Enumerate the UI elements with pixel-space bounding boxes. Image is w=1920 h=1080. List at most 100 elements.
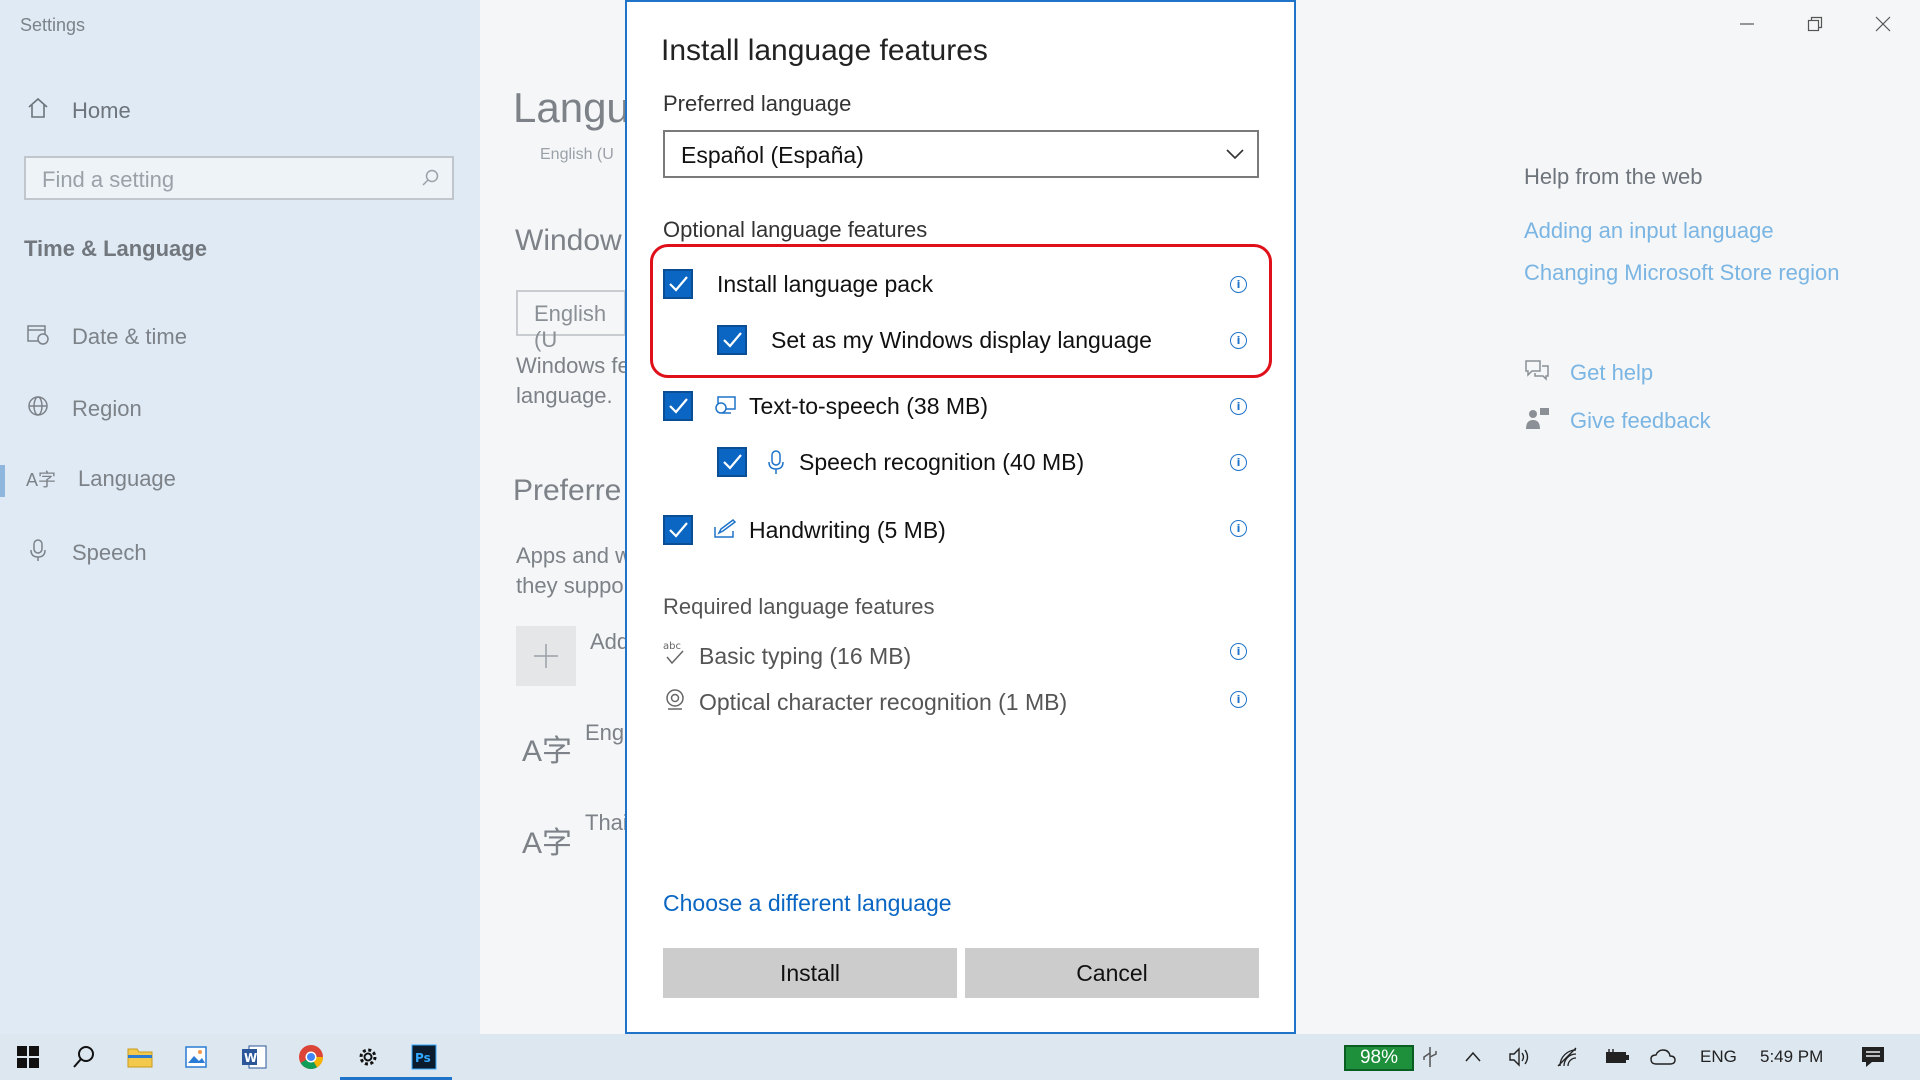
nav-home-label: Home [72, 98, 131, 123]
required-features-heading: Required language features [663, 594, 935, 619]
windows-text-1: Windows fe [516, 353, 630, 378]
abc-check-icon: abc [663, 639, 687, 673]
language-icon: A字 [26, 470, 57, 490]
language-item-english[interactable]: Eng [585, 720, 624, 746]
preferred-heading: Preferre [513, 474, 622, 507]
speech-recognition-row[interactable]: Speech recognition (40 MB) [717, 445, 1084, 479]
install-language-features-dialog: Install language features Preferred lang… [625, 0, 1296, 1034]
speech-recognition-checkbox[interactable] [717, 447, 747, 477]
wifi-icon[interactable] [1556, 1034, 1580, 1080]
give-feedback-label: Give feedback [1570, 408, 1711, 433]
windows-language-value: English (U [534, 301, 607, 352]
cancel-button[interactable]: Cancel [965, 948, 1259, 998]
volume-icon[interactable] [1508, 1034, 1532, 1080]
language-icon: A字 [522, 735, 573, 768]
language-icon: A字 [522, 827, 573, 860]
action-center-icon[interactable] [1860, 1034, 1886, 1080]
handwriting-checkbox[interactable] [663, 515, 693, 545]
search-icon[interactable] [56, 1034, 112, 1080]
checkmark-icon [669, 522, 688, 538]
photoshop-icon[interactable]: Ps [396, 1034, 452, 1080]
windows-heading: Window [515, 224, 622, 257]
word-icon[interactable]: W [226, 1034, 282, 1080]
svg-text:abc: abc [663, 641, 681, 652]
battery-percent-badge[interactable]: 98% [1344, 1045, 1414, 1071]
nav-home[interactable]: Home [26, 96, 131, 126]
page-title: Langu [513, 84, 630, 131]
handwriting-row[interactable]: Handwriting (5 MB) [663, 513, 946, 547]
calendar-clock-icon [26, 322, 50, 352]
text-to-speech-label: Text-to-speech (38 MB) [749, 392, 989, 419]
handwriting-label: Handwriting (5 MB) [749, 516, 946, 543]
speech-recognition-label: Speech recognition (40 MB) [799, 448, 1085, 475]
settings-search-input[interactable]: Find a setting [24, 156, 454, 200]
language-item-thai[interactable]: Thai [585, 810, 628, 836]
camera-icon [663, 687, 687, 717]
restore-icon [1807, 16, 1823, 32]
speech-monitor-icon [713, 394, 737, 418]
chevron-down-icon [1225, 144, 1245, 169]
text-to-speech-checkbox[interactable] [663, 391, 693, 421]
checkmark-icon [723, 454, 742, 470]
sidebar-item-language[interactable]: A字 Language [26, 466, 176, 492]
windows-start-icon[interactable] [0, 1034, 56, 1080]
svg-text:Ps: Ps [415, 1051, 431, 1065]
ocr-row: Optical character recognition (1 MB) [663, 687, 1067, 717]
plus-icon [534, 644, 558, 668]
choose-different-language-link[interactable]: Choose a different language [663, 890, 952, 917]
get-help-link[interactable]: Get help [1524, 358, 1653, 388]
search-icon[interactable] [420, 168, 440, 193]
info-icon[interactable]: i [1230, 454, 1247, 471]
ocr-label: Optical character recognition (1 MB) [699, 688, 1068, 715]
sidebar-item-region[interactable]: Region [26, 394, 142, 424]
usb-icon[interactable] [1420, 1034, 1440, 1080]
sidebar-item-speech[interactable]: Speech [26, 538, 147, 568]
preferred-language-dropdown[interactable]: Español (España) [663, 130, 1259, 178]
close-button[interactable] [1860, 6, 1906, 42]
chevron-up-icon[interactable] [1464, 1034, 1482, 1080]
give-feedback-link[interactable]: Give feedback [1524, 406, 1711, 436]
install-button[interactable]: Install [663, 948, 957, 998]
page-subtitle: English (U [540, 146, 614, 163]
settings-sidebar: Settings Home Find a setting Time & Lang… [0, 0, 480, 1034]
basic-typing-label: Basic typing (16 MB) [699, 642, 912, 669]
apps-text-2: they suppo [516, 573, 624, 598]
preferred-language-value: Español (España) [681, 142, 864, 168]
file-explorer-icon[interactable] [112, 1034, 168, 1080]
highlight-box [650, 244, 1272, 378]
pen-icon [713, 519, 737, 541]
help-title: Help from the web [1524, 164, 1703, 189]
restore-button[interactable] [1792, 6, 1838, 42]
help-link-store-region[interactable]: Changing Microsoft Store region [1524, 260, 1840, 286]
sidebar-item-label: Language [78, 466, 176, 491]
help-link-input-language[interactable]: Adding an input language [1524, 218, 1774, 244]
sidebar-item-date-time[interactable]: Date & time [26, 322, 187, 352]
minimize-button[interactable] [1724, 6, 1770, 42]
info-icon[interactable]: i [1230, 643, 1247, 660]
info-icon[interactable]: i [1230, 398, 1247, 415]
input-language-indicator[interactable]: ENG [1700, 1034, 1737, 1080]
preferred-language-label: Preferred language [663, 91, 852, 116]
chrome-icon[interactable] [283, 1034, 339, 1080]
info-icon[interactable]: i [1230, 520, 1247, 537]
dialog-title: Install language features [661, 34, 988, 67]
text-to-speech-row[interactable]: Text-to-speech (38 MB) [663, 389, 988, 423]
info-icon[interactable]: i [1230, 691, 1247, 708]
feedback-icon [1524, 406, 1550, 436]
photos-icon[interactable] [168, 1034, 224, 1080]
chat-help-icon [1524, 358, 1550, 388]
apps-text-1: Apps and w [516, 543, 631, 568]
close-icon [1875, 16, 1891, 32]
windows-language-dropdown[interactable]: English (U [516, 290, 626, 352]
cloud-icon[interactable] [1650, 1034, 1676, 1080]
taskbar: W Ps 98% ENG 5:49 PM [0, 1034, 1920, 1080]
settings-icon[interactable] [340, 1034, 396, 1080]
home-icon [26, 96, 50, 126]
battery-icon[interactable] [1604, 1034, 1630, 1080]
clock-time[interactable]: 5:49 PM [1760, 1034, 1823, 1080]
app-title: Settings [20, 15, 86, 35]
add-language-label: Add [590, 629, 630, 654]
add-language-button[interactable] [516, 626, 576, 686]
globe-icon [26, 394, 50, 424]
sidebar-item-label: Speech [72, 540, 147, 565]
